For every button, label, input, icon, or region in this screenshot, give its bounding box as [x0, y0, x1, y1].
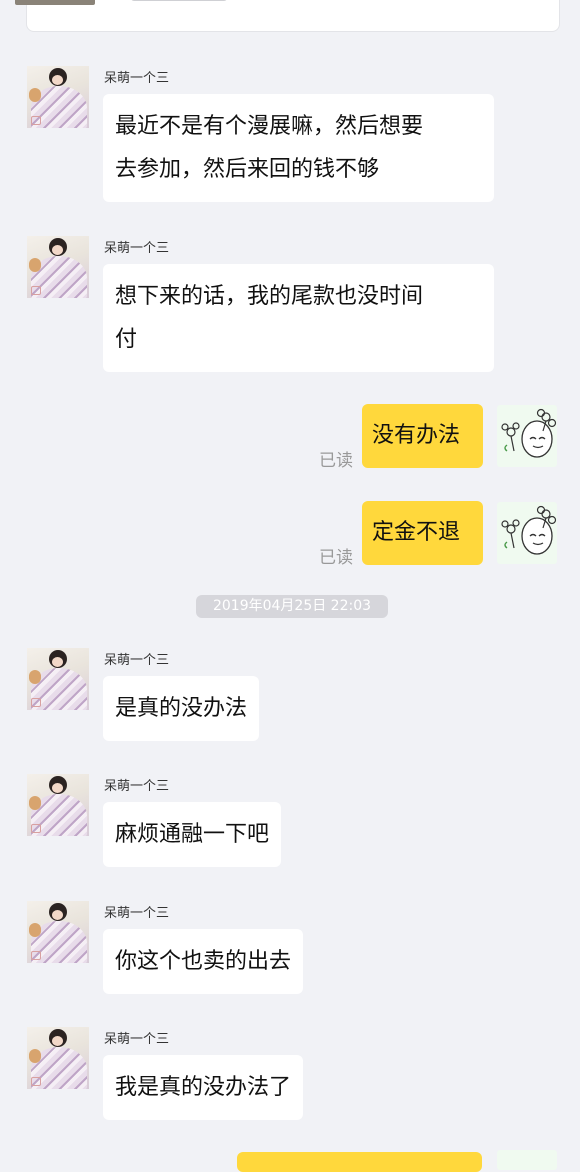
read-receipt: 已读	[319, 548, 353, 568]
card-thumbnail	[15, 0, 95, 5]
message-text-line: 去参加，然后来回的钱不够	[115, 157, 380, 182]
sender-name: 呆萌一个三	[104, 71, 170, 86]
timestamp-divider: 2019年04月25日 22:03	[196, 595, 388, 618]
message-bubble[interactable]: 你这个也卖的出去	[103, 929, 304, 994]
message-bubble[interactable]: 我是真的没办法了	[103, 1055, 304, 1120]
card-faint-text	[131, 0, 227, 1]
flower-sticker-icon	[501, 505, 557, 555]
contact-avatar[interactable]	[27, 236, 89, 298]
sender-name: 呆萌一个三	[104, 779, 170, 794]
flower-sticker-icon	[501, 408, 557, 458]
my-avatar[interactable]	[497, 1150, 557, 1170]
sender-name: 呆萌一个三	[104, 241, 170, 256]
contact-avatar[interactable]	[27, 648, 89, 710]
previous-message-card	[15, 0, 560, 32]
my-avatar[interactable]	[497, 405, 557, 467]
message-bubble-outgoing[interactable]	[237, 1152, 482, 1172]
sender-name: 呆萌一个三	[104, 653, 170, 668]
message-bubble-outgoing[interactable]: 定金不退	[362, 501, 483, 565]
contact-avatar[interactable]	[27, 1027, 89, 1089]
message-text-line: 最近不是有个漫展嘛，然后想要	[115, 114, 424, 139]
my-avatar[interactable]	[497, 502, 557, 564]
message-bubble[interactable]: 是真的没办法	[103, 676, 260, 741]
message-bubble[interactable]: 想下来的话，我的尾款也没时间 付	[103, 264, 494, 372]
sender-name: 呆萌一个三	[104, 906, 170, 921]
read-receipt: 已读	[319, 451, 353, 471]
message-bubble[interactable]: 麻烦通融一下吧	[103, 802, 282, 867]
message-bubble-outgoing[interactable]: 没有办法	[362, 404, 483, 468]
message-text-line: 付	[115, 327, 138, 352]
contact-avatar[interactable]	[27, 901, 89, 963]
message-text-line: 想下来的话，我的尾款也没时间	[115, 284, 424, 309]
message-bubble[interactable]: 最近不是有个漫展嘛，然后想要 去参加，然后来回的钱不够	[103, 94, 494, 202]
contact-avatar[interactable]	[27, 66, 89, 128]
sender-name: 呆萌一个三	[104, 1032, 170, 1047]
contact-avatar[interactable]	[27, 774, 89, 836]
